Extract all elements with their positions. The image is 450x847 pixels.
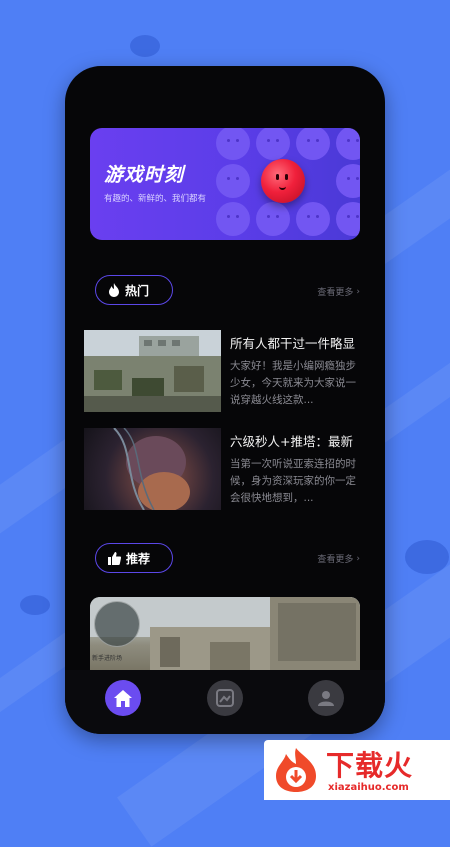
section-hot-pill[interactable]: 热门 — [95, 275, 173, 305]
nav-home-button[interactable] — [105, 680, 141, 716]
flame-icon — [109, 283, 119, 297]
hot-see-more-link[interactable]: 查看更多 › — [317, 285, 360, 299]
hot-see-more-label: 查看更多 — [317, 288, 354, 298]
recommend-see-more-label: 查看更多 — [317, 555, 354, 565]
image-icon — [216, 689, 234, 707]
watermark: 下载火 xiazaihuo.com — [264, 740, 450, 800]
article-thumbnail — [84, 330, 221, 412]
chevron-right-icon: › — [356, 553, 360, 564]
nav-gallery-button[interactable] — [207, 680, 243, 716]
chevron-right-icon: › — [356, 286, 360, 297]
game-scene-image — [84, 330, 221, 412]
article-thumbnail — [84, 428, 221, 510]
home-icon — [114, 689, 132, 707]
thumbs-up-icon — [108, 551, 121, 565]
background-blob — [405, 540, 449, 574]
section-hot-label: 热门 — [125, 283, 150, 298]
red-ball-mascot — [261, 159, 305, 203]
article-title: 六级秒人+推塔：最新 — [230, 434, 353, 449]
user-icon — [318, 691, 334, 706]
featured-game-card[interactable]: 新手进阶场 — [90, 597, 360, 677]
weapon-panel — [278, 603, 356, 661]
hero-banner[interactable]: 游戏时刻 有趣的、新鲜的、我们都有 — [90, 128, 360, 240]
character-image — [113, 428, 190, 510]
nav-profile-button[interactable] — [308, 680, 344, 716]
minimap-label: 新手进阶场 — [92, 655, 123, 662]
banner-subtitle: 有趣的、新鲜的、我们都有 — [104, 194, 207, 204]
recommend-see-more-link[interactable]: 查看更多 › — [317, 552, 360, 566]
background-blob — [130, 35, 160, 57]
article-title: 所有人都干过一件略显 — [230, 336, 356, 351]
article-item[interactable]: 所有人都干过一件略显 大家好！我是小编网瘾独步少女，今天就来为大家说一说穿越火线… — [84, 330, 374, 412]
minimap — [94, 601, 140, 647]
article-description: 当第一次听说亚索连招的时候，身为资深玩家的你一定会很快地想到，... — [230, 458, 356, 504]
phone-frame: 游戏时刻 有趣的、新鲜的、我们都有 热门 查看更多 › 所有人都干过一件略显 大… — [65, 66, 385, 734]
section-recommend-pill[interactable]: 推荐 — [95, 543, 173, 573]
flame-logo-icon — [276, 748, 316, 792]
section-recommend-label: 推荐 — [126, 551, 151, 566]
bottom-nav — [65, 670, 385, 734]
background-blob — [20, 595, 50, 615]
watermark-text: 下载火 — [326, 749, 414, 782]
banner-title: 游戏时刻 — [104, 164, 185, 186]
article-item[interactable]: 六级秒人+推塔：最新 当第一次听说亚索连招的时候，身为资深玩家的你一定会很快地想… — [84, 428, 374, 510]
article-description: 大家好！我是小编网瘾独步少女，今天就来为大家说一说穿越火线这款... — [230, 360, 356, 406]
watermark-url: xiazaihuo.com — [328, 782, 409, 793]
